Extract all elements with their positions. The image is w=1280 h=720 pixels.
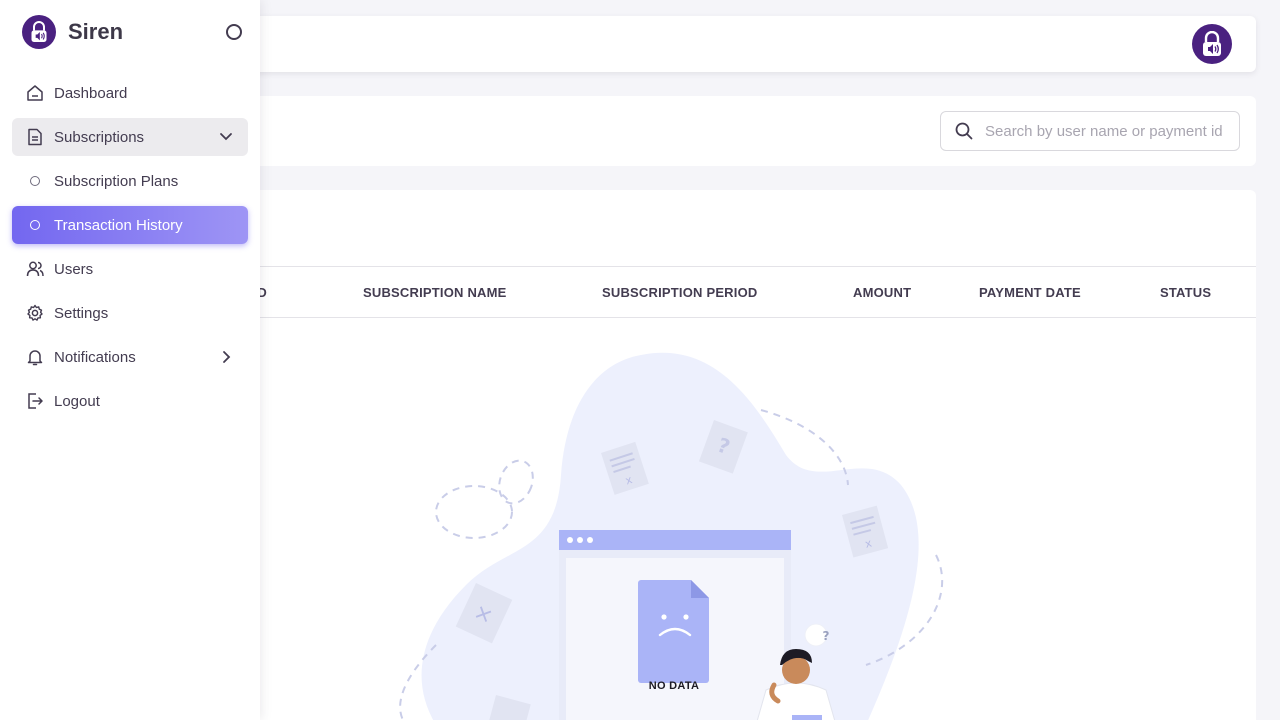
circle-icon [30, 220, 40, 230]
sidebar-item-settings[interactable]: Settings [12, 294, 248, 332]
lock-speaker-icon [1203, 31, 1221, 56]
table-header-row: NT ID SUBSCRIPTION NAME SUBSCRIPTION PER… [236, 266, 1256, 318]
no-data-illustration: x ? x × ? [399, 353, 944, 720]
app-name: Siren [68, 19, 124, 44]
logout-icon [26, 392, 44, 410]
sidebar-item-logout[interactable]: Logout [12, 382, 248, 420]
chevron-right-icon [223, 351, 231, 363]
filter-card [236, 96, 1256, 166]
document-icon [26, 128, 44, 146]
sidebar-item-label: Dashboard [54, 84, 128, 102]
gear-icon [26, 304, 44, 322]
sidebar-item-subscription-plans[interactable]: Subscription Plans [12, 162, 248, 200]
top-navbar [236, 16, 1256, 72]
bell-icon [26, 348, 44, 366]
users-icon [26, 260, 44, 278]
no-data-label: NO DATA [648, 680, 700, 692]
column-header-subscription-period[interactable]: SUBSCRIPTION PERIOD [602, 285, 757, 300]
sidebar-item-label: Settings [54, 304, 109, 322]
sidebar-collapse-toggle[interactable] [226, 24, 242, 40]
sidebar-item-transaction-history[interactable]: Transaction History [12, 206, 248, 244]
column-header-subscription-name[interactable]: SUBSCRIPTION NAME [363, 285, 507, 300]
transactions-table-card: NT ID SUBSCRIPTION NAME SUBSCRIPTION PER… [236, 190, 1256, 720]
sidebar-item-label: Subscription Plans [54, 172, 179, 190]
search-box[interactable] [940, 111, 1240, 151]
sidebar-item-label: Logout [54, 392, 100, 410]
brand[interactable]: Siren [22, 15, 123, 49]
question-mark-text: ? [823, 629, 830, 643]
sidebar-item-label: Subscriptions [54, 128, 145, 146]
brand-logo [22, 15, 56, 49]
sidebar-item-notifications[interactable]: Notifications [12, 338, 248, 376]
sidebar-item-label: Users [54, 260, 94, 278]
column-header-amount[interactable]: AMOUNT [853, 285, 911, 300]
home-icon [26, 84, 44, 102]
sidebar-item-subscriptions[interactable]: Subscriptions [12, 118, 248, 156]
sidebar-item-dashboard[interactable]: Dashboard [12, 74, 248, 112]
sidebar: Siren Dashboard Subscriptions Subscripti… [0, 0, 260, 720]
user-avatar[interactable] [1192, 24, 1232, 64]
sidebar-item-label: Transaction History [54, 216, 183, 234]
search-icon [955, 122, 973, 140]
circle-icon [30, 176, 40, 186]
search-input[interactable] [985, 122, 1225, 140]
column-header-payment-date[interactable]: PAYMENT DATE [979, 285, 1081, 300]
sidebar-item-label: Notifications [54, 348, 136, 366]
chevron-down-icon [220, 133, 232, 141]
column-header-status[interactable]: STATUS [1160, 285, 1211, 300]
lock-speaker-icon [31, 21, 47, 42]
sidebar-item-users[interactable]: Users [12, 250, 248, 288]
